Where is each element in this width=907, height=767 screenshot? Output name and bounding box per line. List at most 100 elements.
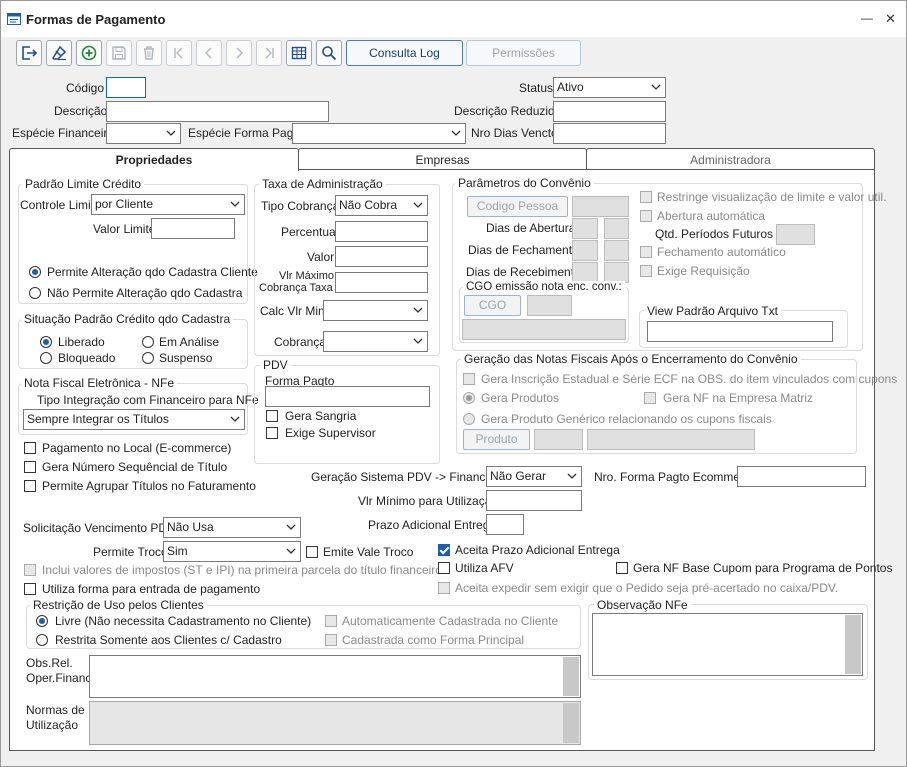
produto-button[interactable]: Produto — [463, 429, 530, 450]
tipo-cobranca-select[interactable]: Não Cobra — [335, 195, 428, 216]
dias-fechamento-input-1[interactable] — [572, 240, 598, 261]
especie-financeira-select[interactable] — [106, 123, 181, 144]
tab-administradora[interactable]: Administradora — [586, 148, 875, 170]
vlr-minimo-label: Vlr Mínimo para Utilização — [358, 494, 499, 508]
obs-nfe-scrollbar[interactable] — [845, 615, 861, 674]
codigo-input[interactable] — [106, 77, 146, 98]
view-padrao-input[interactable] — [647, 321, 833, 342]
produto-code-input[interactable] — [534, 429, 583, 450]
gera-produto-generico-radio[interactable] — [463, 413, 475, 425]
nao-permite-alteracao-radio[interactable] — [29, 287, 41, 299]
delete-button[interactable] — [136, 40, 162, 66]
prazo-adicional-input[interactable] — [486, 514, 524, 535]
fechamento-auto-checkbox[interactable] — [640, 246, 652, 258]
dias-abertura-input-2[interactable] — [604, 218, 629, 239]
pagamento-local-checkbox[interactable] — [24, 442, 36, 454]
gera-sangria-label: Gera Sangria — [285, 409, 357, 423]
gera-nf-matriz-checkbox[interactable] — [644, 392, 656, 404]
liberado-radio[interactable] — [40, 336, 52, 348]
next-record-button[interactable] — [226, 40, 252, 66]
chevron-down-icon — [651, 84, 661, 90]
qtd-periodos-input[interactable] — [776, 224, 815, 245]
auto-cadastrada-checkbox[interactable] — [325, 615, 337, 627]
em-analise-radio[interactable] — [142, 336, 154, 348]
grid-view-button[interactable] — [286, 40, 312, 66]
dias-abertura-input-1[interactable] — [572, 218, 598, 239]
vlr-maximo-input[interactable] — [335, 272, 428, 293]
solicitacao-select[interactable]: Não Usa — [163, 517, 301, 538]
percentual-input[interactable] — [335, 221, 428, 242]
exige-supervisor-checkbox[interactable] — [266, 427, 278, 439]
permite-troco-select[interactable]: Sim — [163, 541, 301, 562]
permite-agrupar-checkbox[interactable] — [24, 480, 36, 492]
livre-radio[interactable] — [36, 615, 48, 627]
gera-numero-checkbox[interactable] — [24, 461, 36, 473]
cgo-description-input[interactable] — [462, 319, 626, 340]
vlr-minimo-input[interactable] — [486, 490, 582, 511]
tab-empresas[interactable]: Empresas — [298, 148, 587, 170]
aceita-expedir-checkbox[interactable] — [438, 582, 450, 594]
permite-alteracao-label: Permite Alteração qdo Cadastra Cliente — [47, 265, 258, 279]
utiliza-afv-checkbox[interactable] — [438, 562, 450, 574]
cgo-button[interactable]: CGO — [464, 295, 521, 316]
tab-propriedades[interactable]: Propriedades — [9, 148, 299, 171]
normas-textarea[interactable] — [89, 701, 581, 745]
descricao-reduzida-input[interactable] — [553, 101, 666, 122]
valor-limite-input[interactable] — [151, 218, 235, 239]
codigo-pessoa-input[interactable] — [572, 196, 629, 217]
descricao-input[interactable] — [106, 101, 329, 122]
dias-fechamento-input-2[interactable] — [604, 240, 629, 261]
previous-record-button[interactable] — [196, 40, 222, 66]
bloqueado-radio[interactable] — [40, 352, 52, 364]
gera-produtos-radio[interactable] — [463, 392, 475, 404]
abertura-auto-checkbox[interactable] — [640, 210, 652, 222]
gera-inscricao-checkbox[interactable] — [463, 373, 475, 385]
obs-rel-textarea[interactable] — [89, 655, 581, 698]
gera-sangria-checkbox[interactable] — [266, 410, 278, 422]
restringe-checkbox[interactable] — [640, 191, 652, 203]
especie-forma-pagto-select[interactable] — [292, 123, 466, 144]
search-button[interactable] — [316, 40, 342, 66]
obs-nfe-textarea[interactable] — [592, 613, 863, 676]
last-record-button[interactable] — [256, 40, 282, 66]
inclui-valores-checkbox[interactable] — [24, 564, 36, 576]
dias-recebimento-input-1[interactable] — [572, 262, 598, 283]
add-button[interactable] — [76, 40, 102, 66]
tipo-integracao-select[interactable]: Sempre Integrar os Títulos — [23, 409, 245, 430]
taxa-title: Taxa de Administração — [259, 177, 386, 191]
search-icon — [322, 46, 337, 61]
gera-nf-base-checkbox[interactable] — [616, 562, 628, 574]
first-record-button[interactable] — [166, 40, 192, 66]
calc-vlr-min-select[interactable] — [323, 300, 428, 321]
cgo-code-input[interactable] — [527, 295, 572, 316]
emite-vale-troco-checkbox[interactable] — [306, 546, 318, 558]
codigo-pessoa-button[interactable]: Codigo Pessoa — [467, 196, 568, 217]
dias-recebimento-input-2[interactable] — [604, 262, 629, 283]
nro-dias-vencto-input[interactable] — [553, 123, 666, 144]
permite-alteracao-radio[interactable] — [29, 266, 41, 278]
forma-pagto-input[interactable] — [265, 386, 430, 407]
obs-rel-scrollbar[interactable] — [563, 657, 579, 696]
status-select[interactable]: Ativo — [553, 77, 666, 98]
nro-forma-ecommerce-input[interactable] — [737, 466, 866, 487]
minimize-button[interactable]: — — [861, 11, 873, 25]
restrita-radio[interactable] — [36, 634, 48, 646]
cadastrada-principal-checkbox[interactable] — [325, 634, 337, 646]
exige-requisicao-checkbox[interactable] — [640, 265, 652, 277]
close-button[interactable]: ✕ — [885, 11, 896, 27]
utiliza-forma-checkbox[interactable] — [24, 583, 36, 595]
exit-button[interactable] — [16, 40, 42, 66]
produto-description-input[interactable] — [587, 429, 755, 450]
permissoes-button[interactable]: Permissões — [466, 40, 581, 66]
suspenso-radio[interactable] — [142, 352, 154, 364]
clear-button[interactable] — [46, 40, 72, 66]
consulta-log-button[interactable]: Consulta Log — [346, 40, 463, 66]
geracao-pdv-select[interactable]: Não Gerar — [486, 466, 582, 487]
cobranca-select[interactable] — [323, 331, 428, 352]
valor-input[interactable] — [335, 246, 428, 267]
save-button[interactable] — [106, 40, 132, 66]
normas-scrollbar[interactable] — [563, 703, 579, 743]
controle-limite-select[interactable]: por Cliente — [91, 194, 245, 215]
geracao-pdv-value: Não Gerar — [490, 469, 547, 483]
aceita-prazo-checkbox[interactable] — [438, 544, 450, 556]
